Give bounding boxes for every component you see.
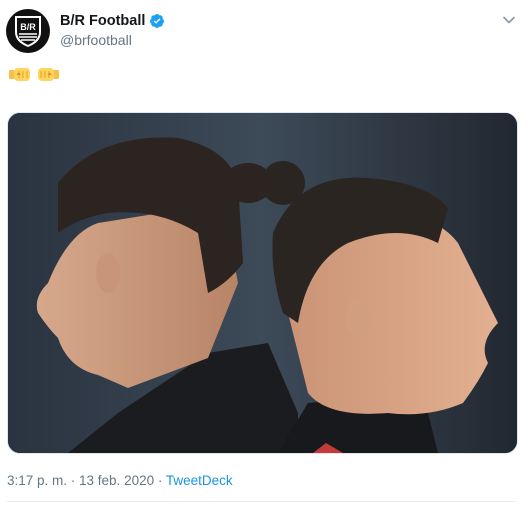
meta-separator: · xyxy=(154,473,166,488)
photo-two-footballers-back-to-back xyxy=(8,113,517,453)
author-handle[interactable]: @brfootball xyxy=(60,32,132,48)
display-name[interactable]: B/R Football xyxy=(60,13,145,29)
tweet-meta: 3:17 p. m. · 13 feb. 2020 · TweetDeck xyxy=(7,473,233,488)
chevron-down-icon[interactable] xyxy=(502,13,516,27)
avatar[interactable]: B/R xyxy=(6,9,50,53)
tweet-timestamp[interactable]: 3:17 p. m. · 13 feb. 2020 xyxy=(7,473,154,488)
author-name-row[interactable]: B/R Football xyxy=(60,13,165,29)
tweet-source-link[interactable]: TweetDeck xyxy=(166,473,233,488)
svg-text:B/R: B/R xyxy=(20,22,36,32)
tweet-text xyxy=(8,67,60,82)
verified-badge-icon xyxy=(150,14,165,28)
fist-bump-right-emoji xyxy=(38,68,59,81)
divider xyxy=(7,501,516,502)
fist-bump-left-emoji xyxy=(9,68,30,81)
br-logo-icon: B/R xyxy=(15,16,41,47)
tweet-media-photo[interactable] xyxy=(7,112,518,454)
